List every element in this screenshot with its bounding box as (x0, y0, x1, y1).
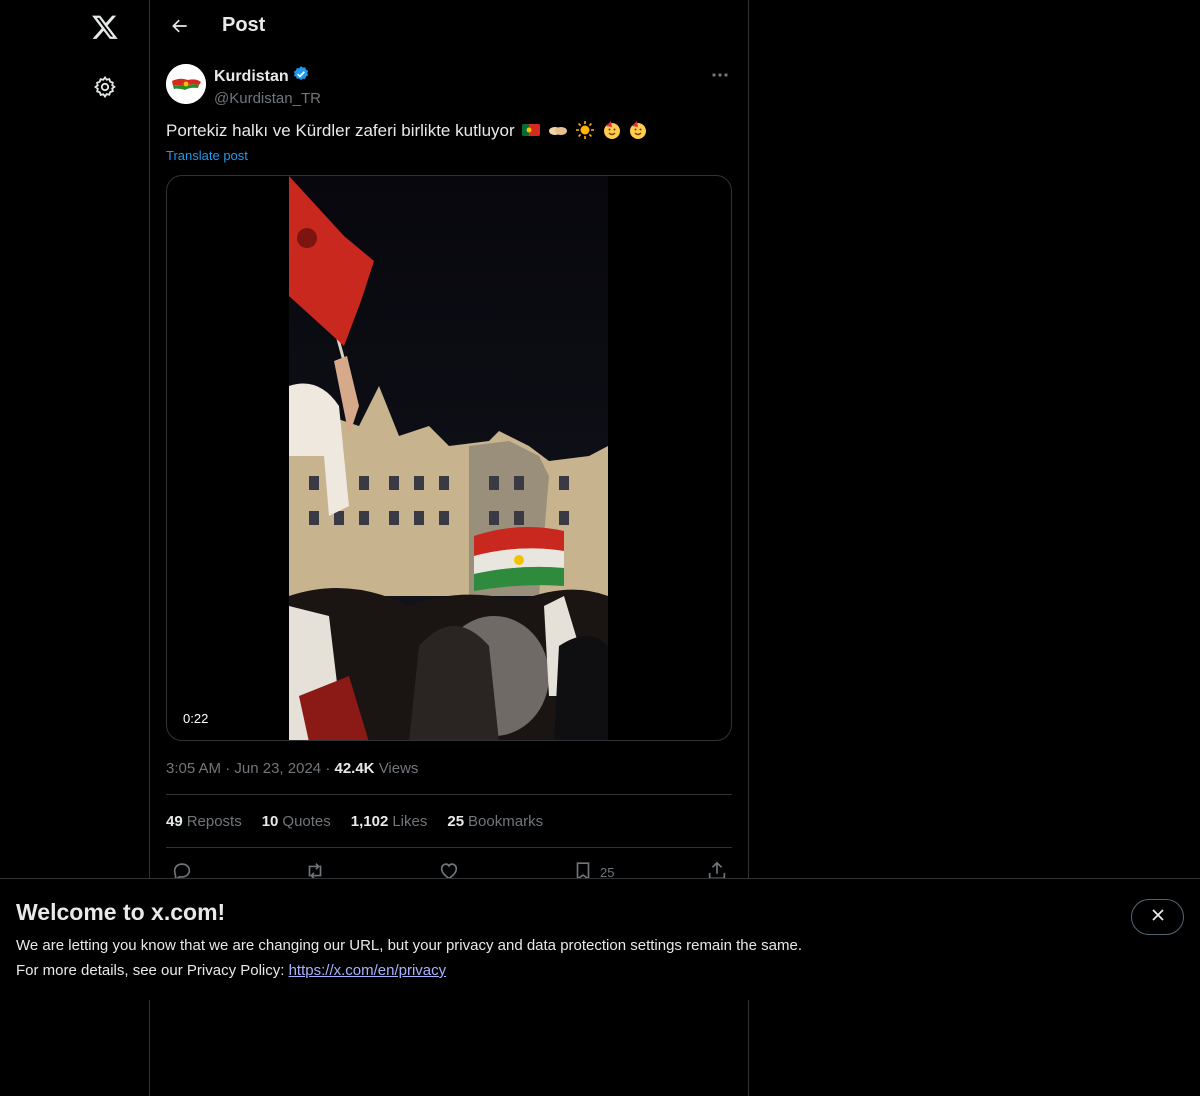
page-header: Post (150, 0, 748, 53)
sun-icon (575, 120, 595, 140)
quotes-count: 10 (261, 813, 279, 830)
banner-policy-line: For more details, see our Privacy Policy… (16, 962, 446, 979)
handle[interactable]: @Kurdistan_TR (214, 90, 321, 107)
x-logo-icon[interactable] (83, 5, 127, 49)
post-stats: 49 Reposts 10 Quotes 1,102 Likes 25 Bookmark… (166, 813, 543, 830)
post-time[interactable]: 3:05 AM (166, 760, 221, 777)
author-names: Kurdistan @Kurdistan_TR (214, 65, 321, 107)
display-name[interactable]: Kurdistan (214, 68, 289, 86)
post: Kurdistan @Kurdistan_TR Portekiz halkı v… (166, 64, 732, 882)
bookmarks-label: Bookmarks (468, 813, 544, 830)
settings-gear-icon[interactable] (83, 65, 127, 109)
video-player[interactable]: 0:22 (166, 175, 732, 741)
banner-policy-prefix: For more details, see our Privacy Policy… (16, 962, 289, 979)
more-options-icon[interactable] (708, 64, 732, 86)
display-name-row: Kurdistan (214, 65, 321, 88)
divider (166, 847, 732, 848)
quotes-stat[interactable]: 10 Quotes (262, 813, 331, 830)
post-text-content: Portekiz halkı ve Kürdler zaferi birlikt… (166, 121, 515, 140)
privacy-policy-link[interactable]: https://x.com/en/privacy (289, 962, 447, 979)
views-count: 42.4K (334, 760, 375, 777)
avatar[interactable] (166, 64, 206, 104)
handshake-icon (548, 120, 568, 140)
likes-label: Likes (392, 813, 428, 830)
likes-stat[interactable]: 1,102 Likes (351, 813, 428, 830)
back-arrow-icon[interactable] (162, 8, 198, 44)
portugal-flag-icon (521, 120, 541, 140)
app: Post Kurdistan @Kurdistan_TR Portekiz ha… (0, 0, 1200, 1096)
bookmarks-count: 25 (447, 813, 465, 830)
quotes-label: Quotes (282, 813, 331, 830)
video-duration: 0:22 (179, 709, 213, 728)
meta-separator: · (225, 760, 235, 777)
divider (166, 794, 732, 795)
close-icon (1150, 907, 1166, 928)
welcome-banner: Welcome to x.com! We are letting you kno… (0, 878, 1200, 1000)
verified-badge-icon (292, 65, 310, 88)
views-label: Views (378, 760, 419, 777)
reposts-label: Reposts (186, 813, 242, 830)
reposts-stat[interactable]: 49 Reposts (166, 813, 242, 830)
banner-message: We are letting you know that we are chan… (16, 937, 802, 954)
translate-post-link[interactable]: Translate post (166, 148, 248, 163)
banner-title: Welcome to x.com! (16, 899, 226, 925)
post-meta: 3:05 AM · Jun 23, 2024 · 42.4K Views (166, 760, 418, 777)
partying-face-icon (628, 120, 648, 140)
reposts-count: 49 (166, 813, 183, 830)
author-row: Kurdistan @Kurdistan_TR (166, 64, 732, 108)
post-date[interactable]: Jun 23, 2024 (234, 760, 321, 777)
likes-count: 1,102 (350, 813, 389, 830)
partying-face-icon (602, 120, 622, 140)
post-text: Portekiz halkı ve Kürdler zaferi birlikt… (166, 120, 648, 141)
bookmarks-stat[interactable]: 25 Bookmarks (447, 813, 543, 830)
close-banner-button[interactable] (1131, 899, 1184, 935)
video-thumbnail (289, 176, 608, 740)
page-title: Post (222, 14, 266, 36)
